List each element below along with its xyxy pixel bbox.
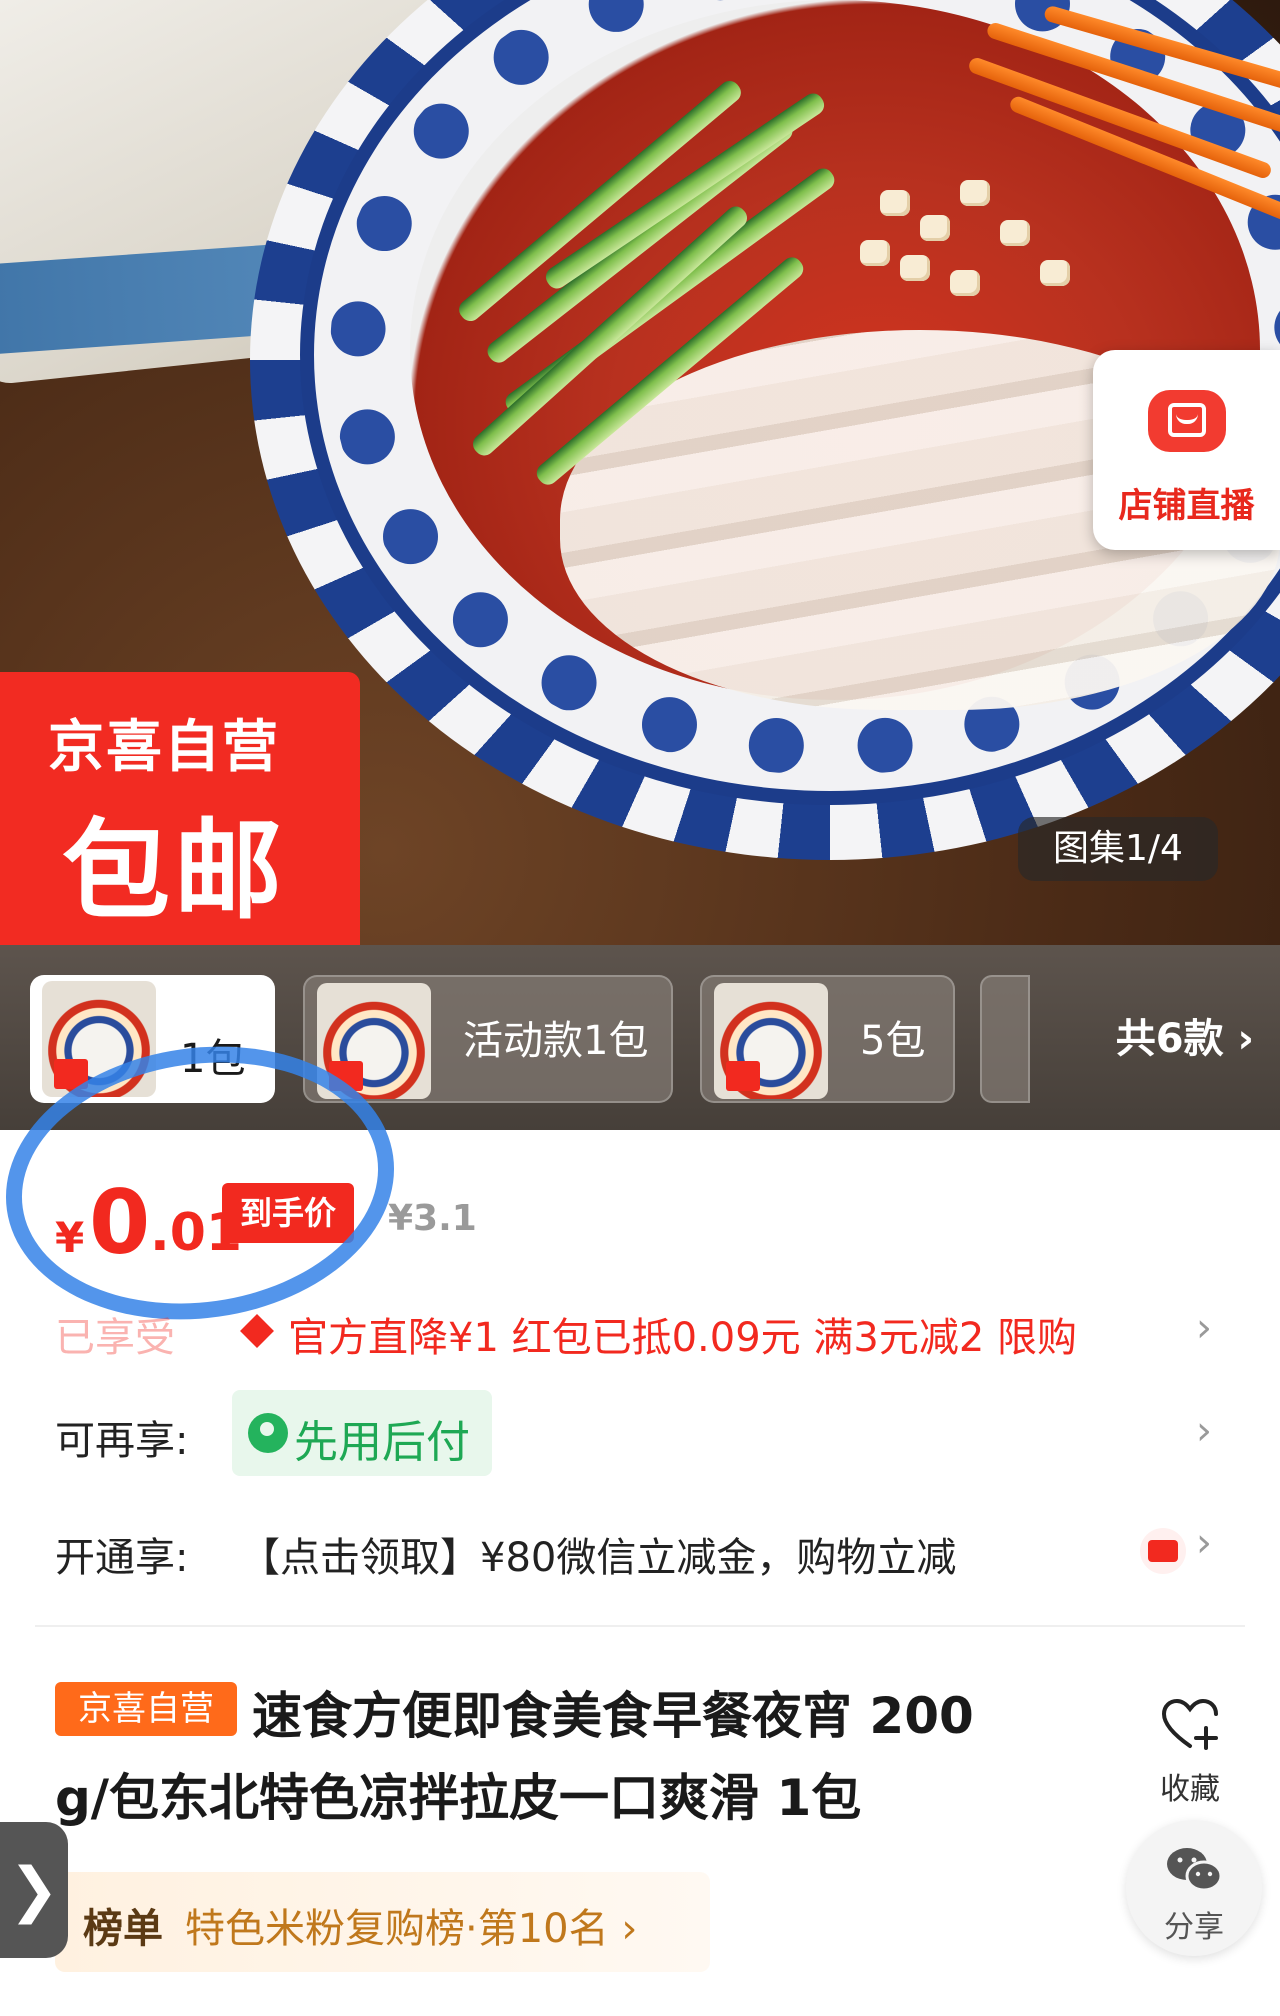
sku-thumbnail [317,983,431,1099]
self-operated-tag: 京喜自营 [55,1682,237,1736]
chevron-right-icon[interactable]: › [1196,1408,1212,1454]
wechat-icon [1167,1848,1223,1892]
sku-total-button[interactable]: 共6款 › [1116,975,1254,1103]
sku-option-label: 活动款1包 [463,1018,649,1064]
ribbon-self-operated-text: 京喜自营 [48,715,280,780]
price-currency: ¥ [55,1213,85,1262]
store-live-button[interactable]: 店铺直播 [1093,350,1280,550]
ribbon-free-shipping-text: 包邮 [62,809,287,934]
share-button[interactable]: 分享 [1126,1820,1262,1956]
sku-option-1[interactable]: 1包 [30,975,275,1103]
sku-thumbnail [714,983,828,1099]
pay-later-badge[interactable]: 先用后付 [232,1390,492,1476]
share-label: 分享 [1164,1910,1224,1945]
section-divider [35,1625,1245,1627]
chevron-right-icon[interactable]: › [1196,1520,1212,1566]
sku-thumbnail [42,981,156,1097]
sku-option-label: 1包 [180,1036,246,1082]
sku-option-2[interactable]: 活动款1包 [303,975,673,1103]
side-drawer-handle[interactable]: ❯ [0,1822,68,1958]
product-title-line-2: g/包东北特色凉拌拉皮一口爽滑 1包 [55,1769,862,1827]
price-integer: 0 [89,1171,151,1274]
promo-heart-icon [240,1314,274,1348]
product-title-line-1: 速食方便即食美食早餐夜宵 200 [252,1687,974,1745]
store-live-icon [1148,390,1226,452]
promotions-prefix: 已享受 [55,1315,175,1361]
chevron-right-icon[interactable]: › [1196,1305,1212,1351]
promotions-row[interactable]: 已享受 官方直降¥1 红包已抵0.09元 满3元减2 限购 [55,1305,1230,1365]
heart-plus-icon [1161,1698,1218,1750]
ranking-label: 榜单 [83,1906,163,1952]
free-shipping-ribbon: 京喜自营 包邮 [0,672,360,945]
pay-later-label: 先用后付 [294,1417,470,1468]
final-price-tag: 到手价 [222,1183,354,1243]
ranking-value: 特色米粉复购榜·第10名 › [185,1906,638,1952]
sku-option-3[interactable]: 5包 [700,975,955,1103]
enjoy-label: 可再享: [55,1418,189,1464]
sku-selector: 1包 活动款1包 5包 共6款 › [0,945,1280,1130]
original-price: ¥3.1 [388,1198,477,1239]
open-label: 开通享: [55,1535,189,1581]
favorite-label: 收藏 [1160,1772,1220,1807]
gallery-counter[interactable]: 图集1/4 [1018,817,1218,881]
pay-later-icon [248,1413,288,1453]
product-image-gallery[interactable]: 京喜自营 包邮 店铺直播 图集1/4 [0,0,1280,945]
wechat-coupon-offer[interactable]: 【点击领取】¥80微信立减金，购物立减 [240,1525,956,1583]
sku-option-label: 5包 [860,1018,926,1064]
store-live-label: 店铺直播 [1118,486,1255,526]
ranking-banner[interactable]: 榜单 特色米粉复购榜·第10名 › [55,1872,710,1972]
wallet-icon [1140,1528,1186,1574]
promotions-text: 官方直降¥1 红包已抵0.09元 满3元减2 限购 [288,1315,1078,1361]
sku-option-4[interactable] [980,975,1030,1103]
